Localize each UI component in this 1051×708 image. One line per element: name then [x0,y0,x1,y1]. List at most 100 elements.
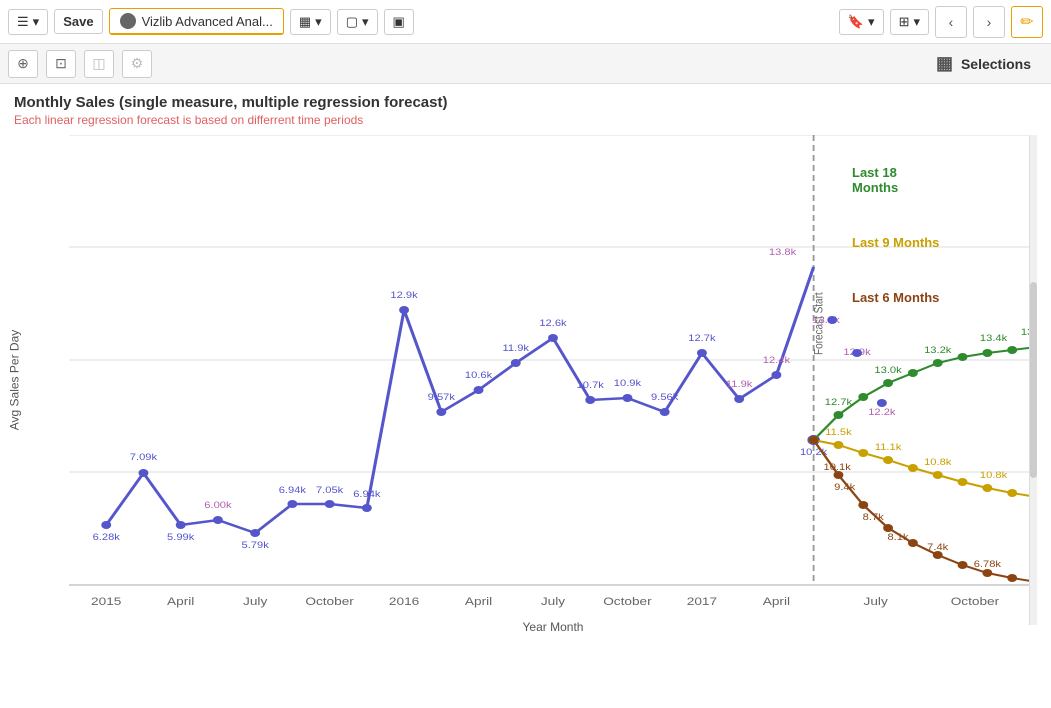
svg-text:10.1k: 10.1k [824,463,852,473]
svg-text:12.6k: 12.6k [539,319,567,329]
svg-text:October: October [603,595,651,607]
chart-subtitle: Each linear regression forecast is based… [14,113,1051,127]
svg-text:April: April [167,595,194,607]
svg-text:9.4k: 9.4k [834,483,856,493]
monitor-button[interactable]: ▣ [384,9,414,35]
svg-text:11.9k: 11.9k [726,380,753,390]
layout-icon: ▦ [299,14,311,30]
zoom-button[interactable]: ⊕ [8,50,38,78]
svg-text:6.78k: 6.78k [974,560,1002,570]
svg-text:October: October [305,595,353,607]
legend-last6: Last 6 Months [852,290,1037,305]
screen-icon: ▢ [346,14,358,30]
main-toolbar: ☰ ▾ Save Vizlib Advanced Anal... ▦ ▾ ▢ ▾… [0,0,1051,44]
next-button[interactable]: › [973,6,1005,38]
svg-text:10.8k: 10.8k [980,471,1008,481]
svg-text:2017: 2017 [687,595,717,607]
svg-text:8.1k: 8.1k [887,533,909,543]
grid-icon: ⊞ [899,14,910,30]
save-label: Save [63,14,93,29]
svg-text:12.7k: 12.7k [825,398,853,408]
prev-button[interactable]: ‹ [935,6,967,38]
layout-chevron: ▾ [315,14,322,30]
select-button[interactable]: ⊡ [46,50,76,78]
svg-text:July: July [864,595,889,607]
scrollbar-thumb[interactable] [1030,282,1037,478]
menu-chevron: ▾ [33,14,40,30]
bookmark-chevron: ▾ [868,14,875,30]
svg-text:11.9k: 11.9k [503,344,530,354]
svg-text:10.7k: 10.7k [577,381,605,391]
chart-container: Monthly Sales (single measure, multiple … [0,84,1051,708]
zoom-icon: ⊕ [17,55,29,72]
menu-button[interactable]: ☰ ▾ [8,9,48,35]
bookmark-button[interactable]: 🔖 ▾ [839,9,884,35]
monitor-icon: ▣ [393,14,405,30]
settings-button[interactable]: ⚙ [122,50,152,78]
legend-area: Last 18Months Last 9 Months Last 6 Month… [852,165,1037,323]
svg-text:6.00k: 6.00k [204,501,232,511]
svg-text:12.2k: 12.2k [868,408,896,418]
menu-icon: ☰ [17,14,29,30]
legend-last18: Last 18Months [852,165,1037,195]
svg-text:9.57k: 9.57k [428,393,456,403]
grid-chevron: ▾ [913,14,920,30]
svg-text:6.94k: 6.94k [353,490,381,500]
svg-text:11.5k: 11.5k [825,428,852,438]
y-axis-label: Avg Sales Per Day [7,330,21,431]
svg-text:April: April [465,595,492,607]
svg-text:2015: 2015 [91,595,121,607]
selections-area[interactable]: ▦ Selections [924,53,1043,74]
brand-name: Vizlib Advanced Anal... [142,14,273,29]
select-icon: ⊡ [55,55,67,72]
selections-grid-icon: ▦ [936,53,953,74]
svg-text:7.05k: 7.05k [316,486,344,496]
screen-button[interactable]: ▢ ▾ [337,9,378,35]
svg-text:8.7k: 8.7k [863,513,885,523]
svg-text:7.09k: 7.09k [130,453,158,463]
save-button[interactable]: Save [54,9,102,34]
svg-text:13.2k: 13.2k [924,346,952,356]
svg-text:10.9k: 10.9k [614,379,642,389]
svg-text:5.99k: 5.99k [167,533,195,543]
screen-chevron: ▾ [362,14,369,30]
legend-last9-label: Last 9 Months [852,235,1037,250]
svg-text:6.28k: 6.28k [93,533,121,543]
svg-text:13.0k: 13.0k [874,366,902,376]
svg-text:10.8k: 10.8k [924,458,952,468]
legend-last6-label: Last 6 Months [852,290,1037,305]
svg-text:7.4k: 7.4k [927,543,949,553]
svg-text:12.9k: 12.9k [390,291,418,301]
svg-text:2016: 2016 [389,595,419,607]
edit-button[interactable]: ✏ [1011,6,1043,38]
selections-label: Selections [961,56,1031,72]
layout-button[interactable]: ▦ ▾ [290,9,331,35]
export-icon: ◫ [92,55,105,72]
svg-text:July: July [541,595,566,607]
svg-text:12.4k: 12.4k [763,356,791,366]
svg-text:9.56k: 9.56k [651,393,679,403]
right-scrollbar[interactable] [1029,135,1037,625]
next-icon: › [987,14,992,30]
sub-toolbar: ⊕ ⊡ ◫ ⚙ ▦ Selections [0,44,1051,84]
legend-last9: Last 9 Months [852,235,1037,250]
svg-text:11.1k: 11.1k [875,443,902,453]
svg-text:5.79k: 5.79k [242,541,270,551]
svg-text:July: July [243,595,268,607]
export-button[interactable]: ◫ [84,50,114,78]
legend-last18-label: Last 18Months [852,165,1037,195]
svg-text:13.8k: 13.8k [769,248,797,258]
bookmark-icon: 🔖 [848,14,864,30]
svg-text:12.7k: 12.7k [688,334,716,344]
svg-text:April: April [763,595,790,607]
brand-icon [120,13,136,29]
brand-tab[interactable]: Vizlib Advanced Anal... [109,8,284,35]
grid-button[interactable]: ⊞ ▾ [890,9,929,35]
settings-icon: ⚙ [131,55,144,72]
chart-title: Monthly Sales (single measure, multiple … [14,94,1051,111]
svg-text:October: October [951,595,999,607]
svg-text:6.94k: 6.94k [279,486,307,496]
svg-text:13.4k: 13.4k [980,334,1008,344]
svg-text:10.6k: 10.6k [465,371,493,381]
pencil-icon: ✏ [1020,12,1033,32]
